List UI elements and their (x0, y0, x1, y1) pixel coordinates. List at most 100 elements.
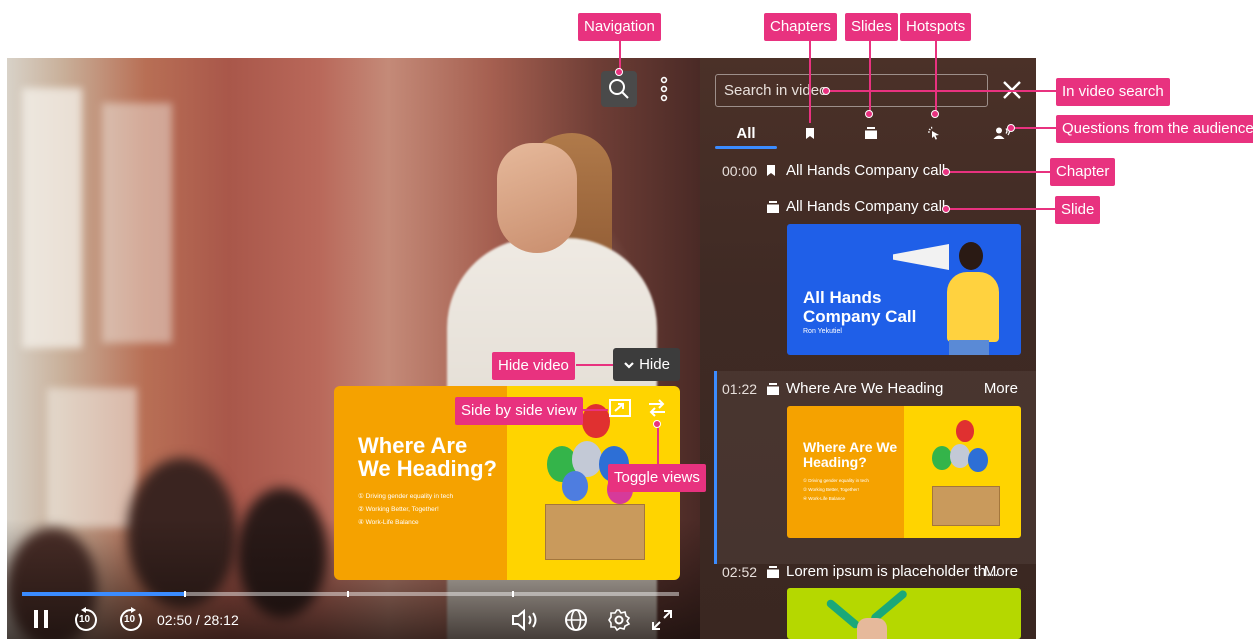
balloon (956, 420, 974, 442)
callout-leader (809, 41, 811, 123)
slide-thumbnail[interactable] (787, 588, 1021, 639)
tab-all[interactable]: All (715, 120, 777, 146)
balloon (562, 471, 588, 501)
fullscreen-button[interactable] (650, 606, 674, 634)
callout-leader (657, 426, 659, 464)
volume-button[interactable] (510, 606, 544, 634)
progress-bar[interactable] (22, 591, 679, 597)
callout-leader (869, 41, 871, 113)
thumbnail-text-area: Where Are We Heading? ① Driving gender e… (787, 406, 904, 538)
thumbnail-image (904, 406, 1021, 538)
entry-title: All Hands Company call (786, 198, 946, 215)
player-controls: 10 10 02:50 / 28:12 (0, 600, 700, 639)
timestamp: 02:52 (722, 563, 758, 580)
slide-bullet: ② Working Better, Together! (358, 506, 439, 513)
callout-dot (942, 205, 950, 213)
gift-box (932, 486, 1000, 526)
pause-button[interactable] (30, 606, 52, 632)
callout-dot (1007, 124, 1015, 132)
tab-slides[interactable] (856, 120, 886, 146)
callout-leader (576, 364, 613, 366)
side-by-side-icon[interactable] (609, 399, 631, 417)
active-tab-indicator (715, 146, 777, 149)
hand (857, 618, 887, 639)
pause-icon (34, 610, 48, 628)
callout-questions: Questions from the audience (1056, 115, 1253, 143)
globe-icon (565, 609, 587, 631)
timestamp: 01:22 (722, 380, 758, 397)
search-icon (609, 79, 629, 99)
thumbnail-bullet: ① Driving gender equality in tech (803, 478, 869, 483)
active-item-indicator (714, 371, 717, 564)
settings-button[interactable] (606, 606, 632, 634)
slide-bullet: ④ Work-Life Balance (358, 519, 419, 526)
slide-thumbnail[interactable]: All Hands Company Call Ron Yekutiel (787, 224, 1021, 355)
slide-title: Where Are We Heading? (358, 433, 497, 482)
callout-hotspots: Hotspots (900, 13, 972, 41)
skip-forward-button[interactable]: 10 (117, 606, 145, 634)
callout-toggle-views: Toggle views (608, 464, 706, 492)
tab-hotspots[interactable] (919, 120, 949, 146)
callout-dot (615, 68, 623, 76)
slide-bullets: ① Driving gender equality in tech ② Work… (358, 490, 453, 529)
thumbnail-bullet: ④ Work-Life Balance (803, 496, 845, 501)
megaphone (893, 244, 949, 270)
gift-box (545, 504, 645, 560)
callout-chapters: Chapters (764, 13, 837, 41)
callout-hide-video: Hide video (492, 352, 575, 380)
chapter-marker (347, 591, 349, 597)
entry-title: All Hands Company call (786, 162, 946, 179)
skip-forward-label: 10 (124, 614, 136, 625)
hotspot-icon (928, 126, 939, 140)
callout-leader (948, 208, 1055, 210)
chapter-marker (512, 591, 514, 597)
slide-thumbnail[interactable]: Where Are We Heading? ① Driving gender e… (787, 406, 1021, 538)
thumbnail-title: Where Are We Heading? (803, 439, 898, 470)
language-button[interactable] (563, 606, 589, 634)
callout-dot (653, 420, 661, 428)
balloon (932, 446, 952, 470)
hide-video-button[interactable]: Hide (613, 348, 680, 381)
presenter-head (959, 242, 983, 270)
thumbnail-bullets: ① Driving gender equality in tech ② Work… (803, 476, 869, 503)
toggle-views-icon[interactable] (645, 397, 669, 419)
callout-dot (865, 110, 873, 118)
callout-chapter: Chapter (1050, 158, 1116, 186)
background-window (102, 103, 172, 343)
time-readout: 02:50 / 28:12 (157, 612, 239, 628)
more-options-button[interactable] (654, 74, 674, 104)
bookmark-icon (806, 127, 814, 139)
callout-navigation: Navigation (578, 13, 661, 41)
chevron-down-icon (624, 361, 634, 369)
screen: Hide Where Are We Heading? ① Driving gen… (0, 0, 1253, 639)
speaker-head (497, 143, 577, 253)
slides-icon (766, 565, 786, 579)
skip-back-button[interactable]: 10 (72, 606, 100, 634)
thumbnail-title: All Hands Company Call (803, 288, 917, 326)
volume-icon (512, 609, 537, 631)
callout-leader (578, 409, 608, 411)
kebab-icon (660, 76, 668, 102)
callout-dot (931, 110, 939, 118)
list-item-row: 00:00 All Hands Company call (722, 162, 945, 179)
tab-chapters[interactable] (795, 120, 825, 146)
background-window (22, 88, 82, 348)
callout-leader (619, 41, 621, 71)
more-link[interactable]: More (984, 380, 1018, 397)
callout-side-by-side: Side by side view (455, 397, 583, 425)
more-link[interactable]: More (984, 563, 1018, 580)
slide-bullet: ① Driving gender equality in tech (358, 493, 454, 500)
presenter-jeans (949, 340, 989, 355)
list-item-row: All Hands Company call (766, 198, 945, 215)
callout-leader (1012, 127, 1056, 129)
tab-all-label: All (736, 124, 756, 142)
callout-leader (935, 41, 937, 113)
skip-back-label: 10 (79, 614, 91, 625)
callout-slides: Slides (845, 13, 898, 41)
callout-slide: Slide (1055, 196, 1101, 224)
thumbnail-bullet: ② Working Better, Together! (803, 487, 859, 492)
slides-icon (865, 127, 877, 139)
search-placeholder: Search in video (724, 82, 828, 99)
callout-dot (942, 168, 950, 176)
navigation-search-button[interactable] (601, 71, 637, 107)
